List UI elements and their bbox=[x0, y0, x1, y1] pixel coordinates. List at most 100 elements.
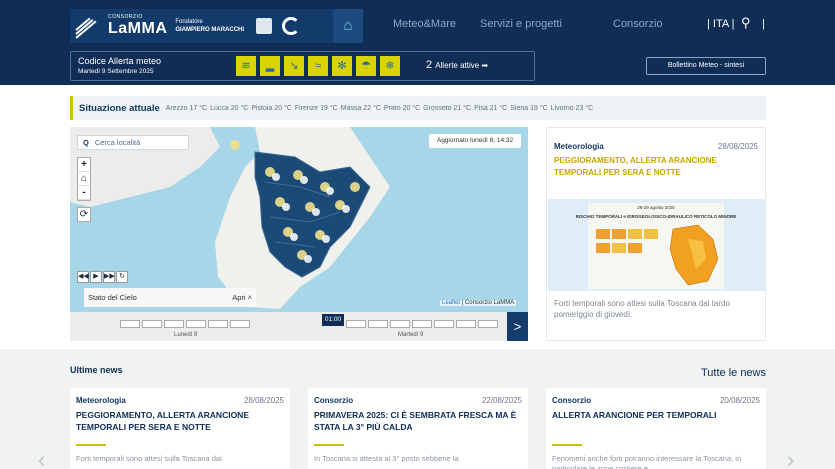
news-category: Meteorologia bbox=[76, 396, 126, 405]
wind-icon[interactable]: ≋ bbox=[236, 56, 256, 76]
timeline-slot[interactable] bbox=[368, 320, 388, 328]
carousel-next-icon[interactable]: › bbox=[787, 447, 794, 469]
animation-controls: ◀◀ ▶ ▶▶ ↻ bbox=[77, 271, 128, 283]
refresh-icon[interactable]: ⟳ bbox=[77, 207, 91, 222]
layer-selector[interactable]: Stato del Cielo Apri ˄ bbox=[84, 288, 256, 307]
timeline-next-icon[interactable]: > bbox=[507, 312, 528, 341]
article-title[interactable]: PEGGIORAMENTO, ALLERTA ARANCIONE TEMPORA… bbox=[554, 155, 759, 179]
timeline-slot[interactable] bbox=[164, 320, 184, 328]
reload-icon[interactable]: ↻ bbox=[116, 271, 128, 283]
featured-article[interactable]: Meteorologia 28/08/2025 PEGGIORAMENTO, A… bbox=[546, 127, 766, 341]
layer-toggle[interactable]: Apri ˄ bbox=[232, 288, 252, 307]
alert-icons: ≋ ▂ ↘ ≈ ✻ ☂ ❄ bbox=[236, 56, 400, 76]
news-date: 20/08/2025 bbox=[719, 396, 760, 405]
article-date: 28/08/2025 bbox=[717, 142, 758, 151]
map-attribution: Leaflet | Consorzio LaMMA bbox=[440, 300, 517, 306]
timeline-day-label: Lunedì 8 bbox=[174, 332, 198, 338]
news-date: 22/08/2025 bbox=[481, 396, 522, 405]
thunderstorm-icon[interactable]: ☂ bbox=[356, 56, 376, 76]
home-view-icon[interactable]: ⌂ bbox=[78, 172, 90, 186]
play-icon[interactable]: ▶ bbox=[90, 271, 102, 283]
current-conditions-bar: Situazione attuale Arezzo 17 °C Lucca 20… bbox=[70, 96, 766, 120]
city-temp: Grosseto 21 °C bbox=[423, 104, 472, 112]
location-search-input[interactable]: Q Cerca località bbox=[77, 135, 189, 150]
city-temp: Arezzo 17 °C bbox=[165, 104, 208, 112]
news-title[interactable]: PRIMAVERA 2025: CI È SEMBRATA FRESCA MA … bbox=[314, 409, 519, 433]
news-card[interactable]: Meteorologia 28/08/2025 PEGGIORAMENTO, A… bbox=[70, 388, 290, 469]
alert-count: 2 bbox=[426, 59, 433, 71]
weather-map[interactable] bbox=[70, 127, 528, 341]
storm-surge-icon[interactable]: ≈ bbox=[308, 56, 328, 76]
news-excerpt: Forti temporali sono attesi sulla Toscan… bbox=[76, 454, 222, 463]
zoom-controls: + ⌂ - bbox=[77, 157, 91, 201]
timeline-slot[interactable] bbox=[186, 320, 206, 328]
article-image[interactable]: 28-29 agosto 2025 RISCHIO TEMPORALI e ID… bbox=[548, 199, 766, 291]
article-category: Meteorologia bbox=[554, 142, 604, 151]
timeline-slot[interactable] bbox=[142, 320, 162, 328]
all-news-link[interactable]: Tutte le news bbox=[701, 367, 766, 379]
city-temp: Pisa 21 °C bbox=[474, 104, 508, 112]
fast-forward-icon[interactable]: ▶▶ bbox=[103, 271, 115, 283]
timeline-slot[interactable] bbox=[478, 320, 498, 328]
nav-meteo-mare[interactable]: Meteo&Mare bbox=[393, 18, 456, 30]
news-category: Consorzio bbox=[314, 396, 354, 405]
alert-title: Codice Allerta meteo bbox=[78, 56, 162, 66]
carousel-prev-icon[interactable]: ‹ bbox=[38, 447, 45, 469]
news-excerpt: In Toscana si attesta al 3° posto sebben… bbox=[314, 454, 459, 463]
city-temp: Firenze 19 °C bbox=[294, 104, 338, 112]
snow-icon[interactable]: ✻ bbox=[332, 56, 352, 76]
rewind-icon[interactable]: ◀◀ bbox=[77, 271, 89, 283]
news-title[interactable]: PEGGIORAMENTO, ALLERTA ARANCIONE TEMPORA… bbox=[76, 409, 281, 433]
zoom-out-button[interactable]: - bbox=[78, 186, 90, 200]
timeline-day-label: Martedì 9 bbox=[398, 332, 424, 338]
city-temp: Prato 20 °C bbox=[383, 104, 421, 112]
city-temp: Siena 19 °C bbox=[510, 104, 548, 112]
map-updated-label: Aggiornato lunedì 8, 14:32 bbox=[429, 134, 521, 148]
timeline-slot[interactable] bbox=[346, 320, 366, 328]
logo-big-text: LaMMA bbox=[108, 20, 168, 37]
alert-date: Martedì 9 Settembre 2025 bbox=[78, 68, 154, 75]
search-icon: Q bbox=[83, 138, 89, 147]
news-title[interactable]: ALLERTA ARANCIONE PER TEMPORALI bbox=[552, 409, 757, 421]
timeline-slot[interactable] bbox=[434, 320, 454, 328]
timeline-slot[interactable] bbox=[208, 320, 228, 328]
timeline-slot[interactable] bbox=[230, 320, 250, 328]
news-card[interactable]: Consorzio 20/08/2025 ALLERTA ARANCIONE P… bbox=[546, 388, 766, 469]
leaflet-link[interactable]: Leaflet bbox=[442, 300, 460, 306]
attribution-text: | Consorzio LaMMA bbox=[460, 300, 515, 306]
time-slider[interactable]: 01:00 Lunedì 8 Martedì 9 > bbox=[70, 312, 528, 341]
news-divider bbox=[314, 444, 344, 446]
logo-stripes-icon bbox=[75, 13, 104, 39]
ice-icon[interactable]: ❄ bbox=[380, 56, 400, 76]
city-temp: Massa 22 °C bbox=[340, 104, 381, 112]
founder-label: Fondatore bbox=[175, 19, 203, 25]
alert-box[interactable]: Codice Allerta meteo Martedì 9 Settembre… bbox=[70, 51, 535, 81]
news-divider bbox=[552, 444, 582, 446]
flood-icon[interactable]: ▂ bbox=[260, 56, 280, 76]
city-temp: Livorno 23 °C bbox=[550, 104, 594, 112]
layer-name: Stato del Cielo bbox=[88, 293, 137, 302]
news-divider bbox=[76, 444, 106, 446]
image-heading: 28-29 agosto 2025 bbox=[637, 205, 675, 210]
timeline-slot[interactable] bbox=[390, 320, 410, 328]
nav-servizi-progetti[interactable]: Servizi e progetti bbox=[480, 18, 562, 30]
timeline-slot[interactable] bbox=[120, 320, 140, 328]
nav-consorzio[interactable]: Consorzio bbox=[613, 18, 663, 30]
language-switch[interactable]: | ITA | bbox=[707, 18, 735, 30]
alert-count-label[interactable]: Allerte attive ➡ bbox=[435, 61, 488, 70]
search-icon[interactable]: ⚲ bbox=[741, 15, 751, 31]
timeline-slot[interactable] bbox=[412, 320, 432, 328]
current-time-marker[interactable]: 01:00 bbox=[322, 314, 344, 326]
article-excerpt: Forti temporali sono attesi sulla Toscan… bbox=[554, 299, 730, 319]
news-category: Consorzio bbox=[552, 396, 592, 405]
region-crest-icon bbox=[256, 18, 273, 34]
bollettino-button[interactable]: Bollettino Meteo - sintesi bbox=[646, 57, 766, 75]
hydro-icon[interactable]: ↘ bbox=[284, 56, 304, 76]
city-temp: Pistoia 20 °C bbox=[251, 104, 292, 112]
home-icon[interactable]: ⌂ bbox=[333, 9, 363, 43]
zoom-in-button[interactable]: + bbox=[78, 158, 90, 172]
partner-logo-icon bbox=[282, 17, 301, 35]
timeline-slot[interactable] bbox=[456, 320, 476, 328]
news-card[interactable]: Consorzio 22/08/2025 PRIMAVERA 2025: CI … bbox=[308, 388, 528, 469]
lamma-logo[interactable]: CONSORZIO LaMMA Fondatore GIAMPIERO MARA… bbox=[70, 9, 345, 43]
